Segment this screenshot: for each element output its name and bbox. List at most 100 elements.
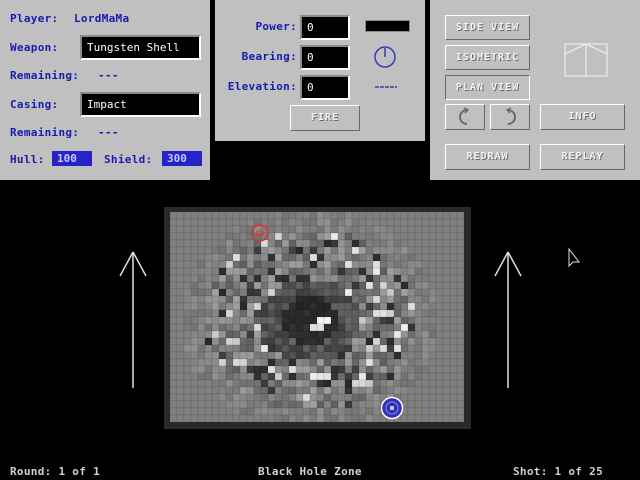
power-field[interactable]: 0 (300, 15, 350, 40)
terrain-cell (421, 337, 430, 346)
rotate-right-button[interactable] (490, 104, 530, 130)
terrain-cell (267, 407, 276, 416)
terrain-cell (351, 323, 360, 332)
rotate-left-button[interactable] (445, 104, 485, 130)
scroll-up-right-icon[interactable] (493, 250, 523, 390)
terrain-cell (344, 323, 353, 332)
terrain-cell (393, 337, 402, 346)
terrain-cell (435, 218, 444, 227)
terrain-cell (239, 386, 248, 395)
enemy-tank-icon[interactable] (250, 223, 270, 243)
terrain-cell (316, 232, 325, 241)
terrain-cell (253, 372, 262, 381)
terrain-cell (295, 393, 304, 402)
terrain-cell (351, 379, 360, 388)
terrain-cell (260, 246, 269, 255)
terrain-cell (428, 337, 437, 346)
elevation-field[interactable]: 0 (300, 75, 350, 100)
terrain-cell (274, 400, 283, 409)
terrain-cell (400, 337, 409, 346)
weapon-field[interactable]: Tungsten Shell (80, 35, 201, 60)
terrain-cell (323, 212, 332, 220)
terrain-cell (183, 218, 192, 227)
terrain-cell (421, 246, 430, 255)
terrain-cell (414, 344, 423, 353)
terrain-cell (302, 253, 311, 262)
terrain-cell (442, 253, 451, 262)
terrain-cell (330, 246, 339, 255)
terrain-cell (218, 218, 227, 227)
terrain-cell (316, 393, 325, 402)
terrain-cell (372, 239, 381, 248)
terrain-cell (295, 288, 304, 297)
terrain-cell (183, 407, 192, 416)
side-view-button[interactable]: SIDE VIEW (445, 15, 530, 40)
terrain-cell (435, 344, 444, 353)
terrain-cell (225, 379, 234, 388)
terrain-cell (253, 337, 262, 346)
terrain-cell (379, 351, 388, 360)
terrain-cell (197, 302, 206, 311)
terrain-cell (365, 281, 374, 290)
terrain-cell (176, 274, 185, 283)
plan-view-button[interactable]: PLAN VIEW (445, 75, 530, 100)
terrain-cell (449, 358, 458, 367)
terrain-cell (190, 379, 199, 388)
terrain-cell (204, 281, 213, 290)
terrain-cell (274, 379, 283, 388)
terrain-cell (421, 218, 430, 227)
terrain-cell (281, 386, 290, 395)
elevation-label: Elevation: (227, 80, 297, 93)
terrain-cell (456, 281, 465, 290)
fire-button[interactable]: FIRE (290, 105, 360, 131)
terrain-cell (379, 239, 388, 248)
terrain-cell (337, 344, 346, 353)
terrain-cell (428, 281, 437, 290)
terrain-cell (170, 246, 178, 255)
terrain-cell (204, 274, 213, 283)
terrain-cell (421, 414, 430, 423)
terrain-cell (267, 316, 276, 325)
isometric-button[interactable]: ISOMETRIC (445, 45, 530, 70)
casing-field[interactable]: Impact (80, 92, 201, 117)
terrain-cell (309, 267, 318, 276)
terrain-cell (344, 386, 353, 395)
terrain-cell (421, 239, 430, 248)
terrain-cell (253, 386, 262, 395)
terrain-cell (288, 365, 297, 374)
player-tank-icon[interactable] (380, 396, 404, 420)
terrain-cell (288, 414, 297, 423)
bearing-field[interactable]: 0 (300, 45, 350, 70)
terrain-cell (372, 212, 381, 220)
terrain-cell (456, 267, 465, 276)
terrain-cell (218, 337, 227, 346)
terrain-cell (428, 225, 437, 234)
terrain-cell (337, 393, 346, 402)
terrain-cell (316, 316, 325, 325)
scroll-up-left-icon[interactable] (118, 250, 148, 390)
terrain-cell (386, 337, 395, 346)
replay-button[interactable]: REPLAY (540, 144, 625, 170)
terrain-cell (190, 218, 199, 227)
terrain-cell (407, 253, 416, 262)
terrain-grid[interactable] (170, 212, 465, 424)
info-button[interactable]: INFO (540, 104, 625, 130)
terrain-map[interactable] (164, 207, 471, 429)
terrain-cell (351, 400, 360, 409)
terrain-cell (204, 288, 213, 297)
terrain-cell (316, 323, 325, 332)
terrain-cell (197, 295, 206, 304)
terrain-cell (309, 365, 318, 374)
zone-name: Black Hole Zone (258, 465, 362, 478)
terrain-cell (330, 267, 339, 276)
terrain-cell (449, 281, 458, 290)
terrain-cell (379, 386, 388, 395)
terrain-cell (288, 212, 297, 220)
terrain-cell (225, 386, 234, 395)
terrain-cell (407, 323, 416, 332)
hull-value: 100 (52, 151, 92, 166)
terrain-cell (414, 414, 423, 423)
redraw-button[interactable]: REDRAW (445, 144, 530, 170)
terrain-cell (449, 414, 458, 423)
terrain-cell (274, 309, 283, 318)
